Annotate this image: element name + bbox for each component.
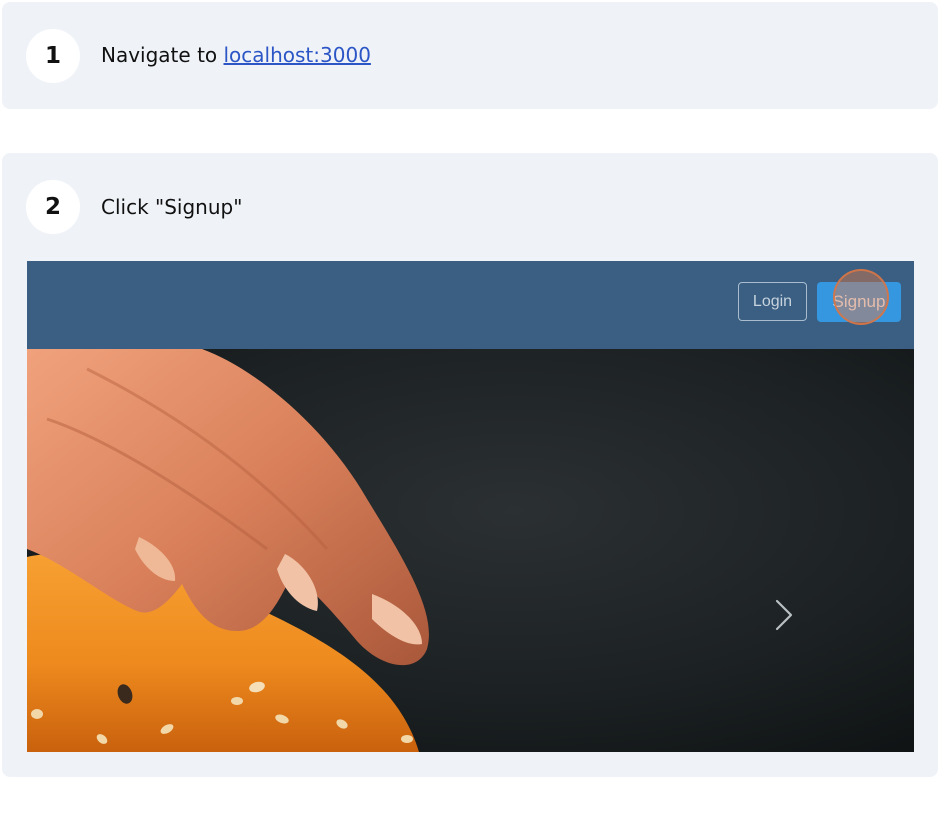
step-screenshot: Login Signup — [27, 261, 914, 752]
step-text-prefix: Navigate to — [101, 43, 224, 67]
localhost-link[interactable]: localhost:3000 — [224, 43, 371, 67]
step-number-1: 1 — [26, 29, 80, 83]
app-navbar: Login Signup — [27, 261, 914, 349]
step-card-1: 1 Navigate to localhost:3000 — [2, 2, 938, 109]
hero-image — [27, 349, 914, 752]
step-number-2: 2 — [26, 180, 80, 234]
step-text-1: Navigate to localhost:3000 — [101, 43, 371, 67]
click-indicator — [833, 269, 889, 325]
login-button[interactable]: Login — [738, 282, 807, 321]
step-text-2: Click "Signup" — [101, 195, 243, 219]
step-card-2: 2 Click "Signup" Login Signup — [2, 153, 938, 777]
guide-page: 1 Navigate to localhost:3000 2 Click "Si… — [0, 0, 941, 823]
